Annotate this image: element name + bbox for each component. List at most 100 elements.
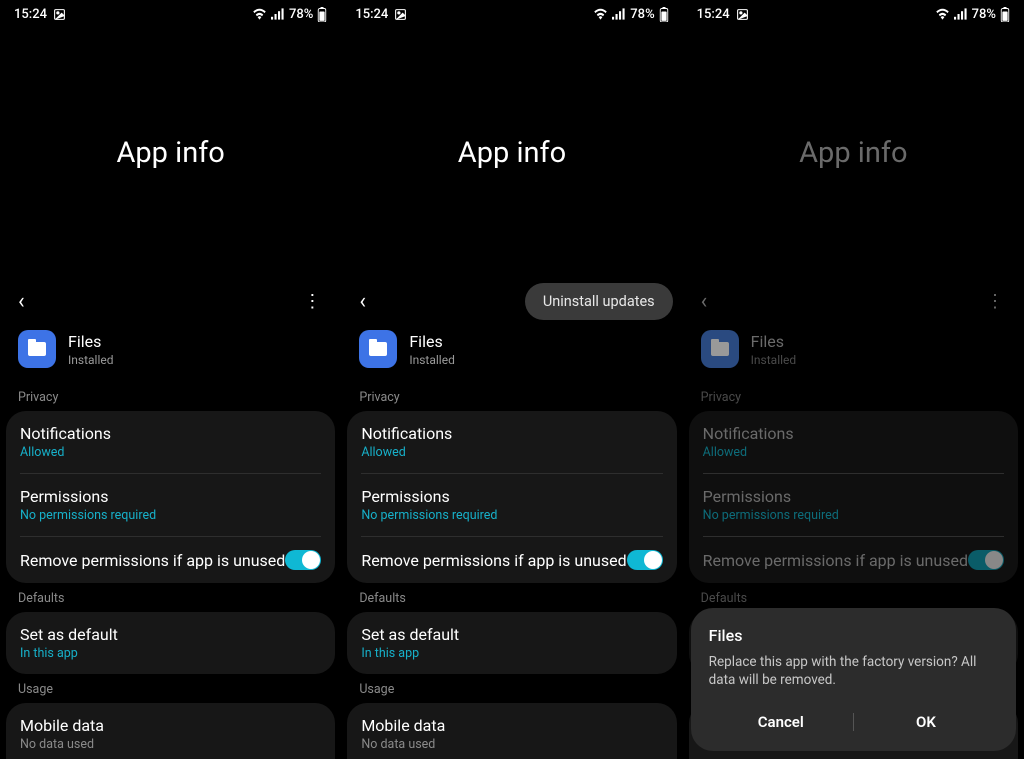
privacy-card: Notifications Allowed Permissions No per… bbox=[347, 411, 676, 583]
app-header-row: Files Installed bbox=[683, 324, 1024, 382]
notifications-row[interactable]: Notifications Allowed bbox=[347, 411, 676, 473]
section-defaults-label: Defaults bbox=[341, 583, 682, 612]
section-privacy-label: Privacy bbox=[0, 382, 341, 411]
wifi-icon bbox=[935, 8, 950, 20]
status-time: 15:24 bbox=[697, 7, 730, 22]
phone-screen-1: 15:24 78% App info ‹ ⋮ Files Installed P… bbox=[0, 0, 341, 759]
remove-perms-title: Remove permissions if app is unused bbox=[20, 551, 285, 570]
notifications-row: Notifications Allowed bbox=[689, 411, 1018, 473]
mobile-data-row[interactable]: Mobile data No data used bbox=[6, 703, 335, 759]
dialog-buttons: Cancel OK bbox=[709, 703, 998, 741]
section-privacy-label: Privacy bbox=[683, 382, 1024, 411]
defaults-card: Set as default In this app bbox=[6, 612, 335, 674]
remove-perms-row[interactable]: Remove permissions if app is unused bbox=[347, 537, 676, 583]
set-default-title: Set as default bbox=[20, 625, 321, 644]
screenshot-icon bbox=[394, 8, 407, 21]
phone-screen-3: 15:24 78% App info ‹ ⋮ Files Installed P… bbox=[683, 0, 1024, 759]
app-name: Files bbox=[751, 332, 797, 351]
signal-icon bbox=[954, 8, 968, 20]
app-header-row: Files Installed bbox=[0, 324, 341, 382]
notifications-sub: Allowed bbox=[20, 445, 321, 460]
mobile-data-title: Mobile data bbox=[361, 716, 662, 735]
page-title: App info bbox=[116, 136, 224, 170]
back-button[interactable]: ‹ bbox=[14, 285, 29, 318]
confirm-dialog: Files Replace this app with the factory … bbox=[691, 608, 1016, 751]
app-status: Installed bbox=[409, 353, 455, 367]
toolbar: ‹ ⋮ bbox=[0, 278, 341, 324]
page-title: App info bbox=[799, 136, 907, 170]
section-usage-label: Usage bbox=[0, 674, 341, 703]
uninstall-updates-button[interactable]: Uninstall updates bbox=[525, 283, 673, 320]
app-name: Files bbox=[68, 332, 114, 351]
remove-perms-toggle[interactable] bbox=[285, 550, 321, 570]
permissions-sub: No permissions required bbox=[20, 508, 321, 523]
title-area: App info bbox=[341, 28, 682, 278]
signal-icon bbox=[271, 8, 285, 20]
battery-pct: 78% bbox=[630, 7, 654, 22]
phone-screen-2: 15:24 78% App info ‹ Uninstall updates F… bbox=[341, 0, 682, 759]
usage-card: Mobile data No data used bbox=[347, 703, 676, 759]
more-menu-button: ⋮ bbox=[978, 287, 1010, 316]
defaults-card: Set as default In this app bbox=[347, 612, 676, 674]
folder-icon bbox=[369, 342, 387, 356]
app-status: Installed bbox=[68, 353, 114, 367]
set-default-sub: In this app bbox=[20, 646, 321, 661]
signal-icon bbox=[612, 8, 626, 20]
notifications-title: Notifications bbox=[703, 424, 1004, 443]
permissions-row[interactable]: Permissions No permissions required bbox=[6, 474, 335, 536]
permissions-sub: No permissions required bbox=[361, 508, 662, 523]
battery-icon bbox=[317, 7, 327, 22]
remove-perms-row[interactable]: Remove permissions if app is unused bbox=[6, 537, 335, 583]
permissions-sub: No permissions required bbox=[703, 508, 1004, 523]
status-time: 15:24 bbox=[355, 7, 388, 22]
notifications-title: Notifications bbox=[20, 424, 321, 443]
screenshot-icon bbox=[53, 8, 66, 21]
dialog-message: Replace this app with the factory versio… bbox=[709, 653, 998, 689]
back-button[interactable]: ‹ bbox=[355, 285, 370, 318]
remove-perms-toggle bbox=[968, 550, 1004, 570]
set-default-row[interactable]: Set as default In this app bbox=[347, 612, 676, 674]
usage-card: Mobile data No data used bbox=[6, 703, 335, 759]
privacy-card: Notifications Allowed Permissions No per… bbox=[689, 411, 1018, 583]
status-time: 15:24 bbox=[14, 7, 47, 22]
mobile-data-sub: No data used bbox=[361, 737, 662, 752]
mobile-data-sub: No data used bbox=[20, 737, 321, 752]
folder-icon bbox=[28, 342, 46, 356]
remove-perms-title: Remove permissions if app is unused bbox=[703, 551, 968, 570]
battery-pct: 78% bbox=[289, 7, 313, 22]
wifi-icon bbox=[252, 8, 267, 20]
notifications-sub: Allowed bbox=[361, 445, 662, 460]
toolbar: ‹ ⋮ bbox=[683, 278, 1024, 324]
set-default-row[interactable]: Set as default In this app bbox=[6, 612, 335, 674]
notifications-row[interactable]: Notifications Allowed bbox=[6, 411, 335, 473]
permissions-title: Permissions bbox=[703, 487, 1004, 506]
permissions-title: Permissions bbox=[361, 487, 662, 506]
battery-icon bbox=[1000, 7, 1010, 22]
mobile-data-row[interactable]: Mobile data No data used bbox=[347, 703, 676, 759]
notifications-title: Notifications bbox=[361, 424, 662, 443]
permissions-row[interactable]: Permissions No permissions required bbox=[347, 474, 676, 536]
app-icon bbox=[359, 330, 397, 368]
app-icon bbox=[18, 330, 56, 368]
ok-button[interactable]: OK bbox=[854, 703, 998, 741]
page-title: App info bbox=[458, 136, 566, 170]
battery-icon bbox=[659, 7, 669, 22]
cancel-button[interactable]: Cancel bbox=[709, 703, 853, 741]
toolbar: ‹ Uninstall updates bbox=[341, 278, 682, 324]
remove-perms-title: Remove permissions if app is unused bbox=[361, 551, 626, 570]
folder-icon bbox=[711, 342, 729, 356]
status-bar: 15:24 78% bbox=[0, 0, 341, 28]
status-bar: 15:24 78% bbox=[683, 0, 1024, 28]
battery-pct: 78% bbox=[972, 7, 996, 22]
permissions-row: Permissions No permissions required bbox=[689, 474, 1018, 536]
app-header-row: Files Installed bbox=[341, 324, 682, 382]
title-area: App info bbox=[0, 28, 341, 278]
remove-perms-toggle[interactable] bbox=[627, 550, 663, 570]
section-privacy-label: Privacy bbox=[341, 382, 682, 411]
more-menu-button[interactable]: ⋮ bbox=[295, 287, 327, 316]
status-bar: 15:24 78% bbox=[341, 0, 682, 28]
section-defaults-label: Defaults bbox=[0, 583, 341, 612]
mobile-data-title: Mobile data bbox=[20, 716, 321, 735]
back-button: ‹ bbox=[697, 285, 712, 318]
permissions-title: Permissions bbox=[20, 487, 321, 506]
